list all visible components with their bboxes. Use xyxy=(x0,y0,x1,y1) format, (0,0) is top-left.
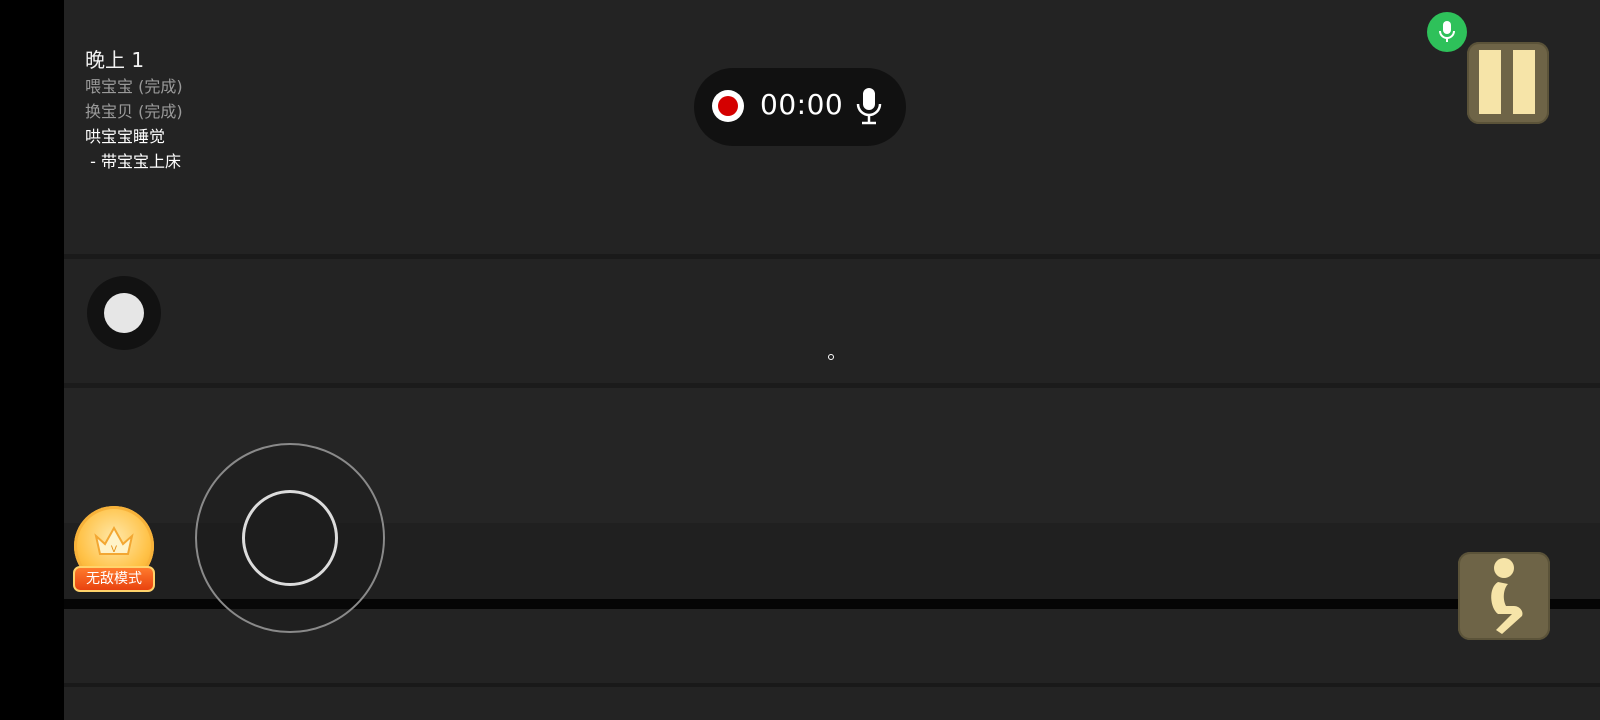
crown-icon: V xyxy=(94,525,134,555)
objectives-panel: 晚上 1 喂宝宝 (完成) 换宝贝 (完成) 哄宝宝睡觉 - 带宝宝上床 xyxy=(85,46,183,174)
objective-item: 哄宝宝睡觉 xyxy=(85,127,166,146)
record-timer: 00:00 xyxy=(760,88,844,121)
screen-recorder-pill[interactable]: 00:00 xyxy=(694,68,906,146)
objective-item: 喂宝宝 (完成) xyxy=(85,77,183,96)
pause-icon xyxy=(1513,50,1535,114)
crosshair-icon xyxy=(828,354,834,360)
joystick-thumb[interactable] xyxy=(242,490,338,586)
left-black-bar xyxy=(0,0,64,720)
record-icon[interactable] xyxy=(712,90,744,122)
game-screen: 晚上 1 喂宝宝 (完成) 换宝贝 (完成) 哄宝宝睡觉 - 带宝宝上床 00:… xyxy=(0,0,1600,720)
invincible-mode-label: 无敌模式 xyxy=(73,566,155,592)
microphone-icon xyxy=(1439,21,1455,42)
crown-letter: V xyxy=(111,545,118,555)
microphone-icon[interactable] xyxy=(852,86,886,128)
objective-item: 换宝贝 (完成) xyxy=(85,102,183,121)
scene-wall xyxy=(64,259,1600,383)
pause-button[interactable] xyxy=(1467,42,1549,124)
invincible-mode-button[interactable]: V 无敌模式 xyxy=(73,506,155,596)
scene-floor xyxy=(64,687,1600,720)
pause-icon xyxy=(1479,50,1501,114)
voice-chat-button[interactable] xyxy=(1427,12,1467,52)
objective-subitem: - 带宝宝上床 xyxy=(85,152,181,171)
crouch-button[interactable] xyxy=(1458,552,1550,640)
crouch-icon xyxy=(1491,558,1523,634)
circle-icon xyxy=(104,293,144,333)
objectives-title: 晚上 1 xyxy=(85,48,145,72)
action-button[interactable] xyxy=(87,276,161,350)
